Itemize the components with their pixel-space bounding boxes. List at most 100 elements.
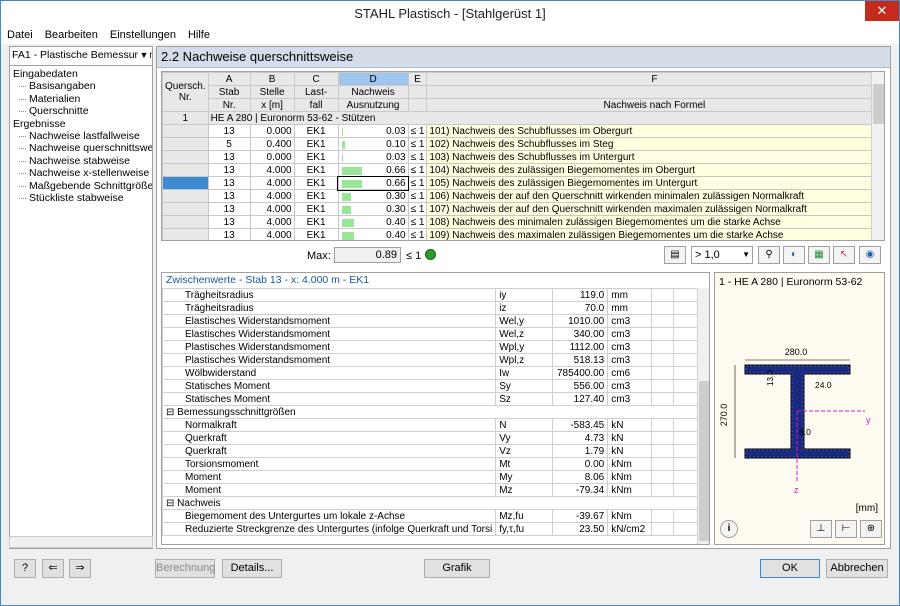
cell-le[interactable]: ≤ 1 [407, 202, 428, 216]
grafik-button[interactable]: Grafik [424, 559, 490, 578]
row-header[interactable] [162, 124, 209, 138]
value-row[interactable]: Elastisches Widerstandsmoment Wel,y 1010.0… [162, 314, 709, 328]
info-icon[interactable]: i [720, 520, 738, 538]
details-button[interactable]: Details... [222, 559, 282, 578]
value-row[interactable]: Plastisches Widerstandsmoment Wpl,y 1112.0… [162, 340, 709, 354]
nav-item[interactable]: Materialien [10, 93, 152, 105]
menu-hilfe[interactable]: Hilfe [188, 29, 210, 41]
cell-x[interactable]: 4.000 [249, 163, 295, 177]
cell-x[interactable]: 4.000 [249, 202, 295, 216]
cell-loadcase[interactable]: EK1 [293, 215, 339, 229]
cell-loadcase[interactable]: EK1 [293, 124, 339, 138]
cell-stab[interactable]: 13 [207, 176, 251, 190]
row-header[interactable] [162, 137, 209, 151]
cell-le[interactable]: ≤ 1 [407, 176, 428, 190]
value-row[interactable]: Trägheitsradius iz 70.0 mm [162, 301, 709, 315]
value-row[interactable]: Statisches Moment Sz 127.40 cm3 [162, 392, 709, 406]
section-icon[interactable]: ⊥ [810, 520, 832, 538]
cell-loadcase[interactable]: EK1 [293, 150, 339, 164]
value-row[interactable]: Querkraft Vy 4.73 kN [162, 431, 709, 445]
row-header[interactable] [162, 176, 209, 190]
column-letter[interactable]: A [207, 72, 251, 86]
value-row[interactable]: Trägheitsradius iy 119.0 mm [162, 288, 709, 302]
table-row[interactable]: 13 4.000 EK1 0.66 ≤ 1 105) Nachweis des zuläs… [162, 175, 883, 191]
cell-stab[interactable]: 13 [207, 163, 251, 177]
close-button[interactable]: ✕ [865, 1, 899, 21]
ok-button[interactable]: OK [760, 559, 820, 578]
value-row[interactable]: Statisches Moment Sy 556.00 cm3 [162, 379, 709, 393]
value-row[interactable]: Normalkraft N -583.45 kN [162, 418, 709, 432]
nav-item[interactable]: Nachweise querschnittsweise [10, 142, 152, 154]
filter-icon[interactable]: ⚲ [758, 246, 780, 264]
cell-formula[interactable]: 103) Nachweis des Schubflusses im Unterg… [426, 150, 883, 164]
group-row[interactable]: ⊟ Nachweis [162, 496, 709, 510]
abbrechen-button[interactable]: Abbrechen [826, 559, 888, 578]
cell-x[interactable]: 4.000 [249, 176, 295, 190]
column-letter[interactable]: E [407, 72, 428, 86]
row-header[interactable] [162, 189, 209, 203]
row-header[interactable] [162, 215, 209, 229]
cell-le[interactable]: ≤ 1 [407, 215, 428, 229]
table-row[interactable]: 5 0.400 EK1 0.10 ≤ 1 102) Nachweis des Schubf… [162, 137, 883, 151]
row-header[interactable] [162, 150, 209, 164]
cell-x[interactable]: 4.000 [249, 228, 295, 240]
value-row[interactable]: Querkraft Vz 1.79 kN [162, 444, 709, 458]
cell-stab[interactable]: 13 [207, 189, 251, 203]
column-letter[interactable]: F [426, 72, 883, 86]
cell-loadcase[interactable]: EK1 [293, 228, 339, 240]
table-row[interactable]: 13 4.000 EK1 0.40 ≤ 1 109) Nachweis des maxim… [162, 228, 883, 240]
excel-export-icon[interactable]: ▦ [808, 246, 830, 264]
table-row[interactable]: 13 4.000 EK1 0.66 ≤ 1 104) Nachweis des zuläs… [162, 163, 883, 177]
column-letter[interactable]: B [249, 72, 295, 86]
value-row[interactable]: Wölbwiderstand Iw 785400.00 cm6 [162, 366, 709, 380]
table-row[interactable]: 13 4.000 EK1 0.30 ≤ 1 107) Nachweis der auf d… [162, 202, 883, 216]
cell-formula[interactable]: 104) Nachweis des zulässigen Biegemoment… [426, 163, 883, 177]
cell-x[interactable]: 0.000 [249, 150, 295, 164]
cell-formula[interactable]: 108) Nachweis des minimalen zulässigen B… [426, 215, 883, 229]
value-row[interactable]: Moment My 8.06 kNm [162, 470, 709, 484]
cell-utilization[interactable]: 0.03 [337, 150, 409, 164]
group-header[interactable]: ⊟ Nachweis [162, 496, 709, 510]
cell-le[interactable]: ≤ 1 [407, 189, 428, 203]
cell-le[interactable]: ≤ 1 [407, 137, 428, 151]
table-row[interactable]: 13 0.000 EK1 0.03 ≤ 1 103) Nachweis des Schub… [162, 150, 883, 164]
nav-item[interactable]: Nachweise lastfallweise [10, 130, 152, 142]
color-scale-icon[interactable]: ◐ [783, 246, 805, 264]
menu-bearbeiten[interactable]: Bearbeiten [45, 29, 98, 41]
menu-einstellungen[interactable]: Einstellungen [110, 29, 176, 41]
cell-le[interactable]: ≤ 1 [407, 124, 428, 138]
next-icon[interactable]: ⇒ [69, 559, 91, 578]
cell-formula[interactable]: 106) Nachweis der auf den Querschnitt wi… [426, 189, 883, 203]
row-header[interactable] [162, 163, 209, 177]
cell-utilization[interactable]: 0.03 [337, 124, 409, 138]
cell-utilization[interactable]: 0.30 [337, 189, 409, 203]
group-header[interactable]: ⊟ Bemessungsschnittgrößen [162, 405, 709, 419]
cell-utilization[interactable]: 0.66 [337, 163, 409, 177]
cell-x[interactable]: 4.000 [249, 215, 295, 229]
nav-item[interactable]: Ergebnisse [10, 118, 152, 130]
cell-formula[interactable]: 109) Nachweis des maximalen zulässigen B… [426, 228, 883, 240]
cell-stab[interactable]: 5 [207, 137, 251, 151]
nav-item[interactable]: Stückliste stabweise [10, 192, 152, 204]
collapse-icon[interactable]: ⊟ [166, 498, 177, 509]
value-row[interactable]: Elastisches Widerstandsmoment Wel,z 340.00… [162, 327, 709, 341]
nav-item[interactable]: Basisangaben [10, 80, 152, 92]
previous-icon[interactable]: ⇐ [42, 559, 64, 578]
cell-stab[interactable]: 13 [207, 215, 251, 229]
cell-stab[interactable]: 13 [207, 202, 251, 216]
nav-item[interactable]: Querschnitte [10, 105, 152, 117]
intermediate-scrollbar[interactable] [697, 288, 709, 544]
cell-x[interactable]: 0.400 [249, 137, 295, 151]
berechnung-button[interactable]: Berechnung [155, 559, 215, 578]
cell-stab[interactable]: 13 [207, 228, 251, 240]
cell-utilization[interactable]: 0.40 [337, 228, 409, 240]
collapse-icon[interactable]: ⊟ [166, 407, 177, 418]
cell-utilization[interactable]: 0.30 [337, 202, 409, 216]
scrollbar-thumb[interactable] [699, 381, 709, 541]
cell-stab[interactable]: 13 [207, 124, 251, 138]
nav-item[interactable]: Eingabedaten [10, 68, 152, 80]
column-letter[interactable]: C [293, 72, 339, 86]
cell-loadcase[interactable]: EK1 [293, 202, 339, 216]
cell-x[interactable]: 0.000 [249, 124, 295, 138]
row-header[interactable] [162, 228, 209, 240]
